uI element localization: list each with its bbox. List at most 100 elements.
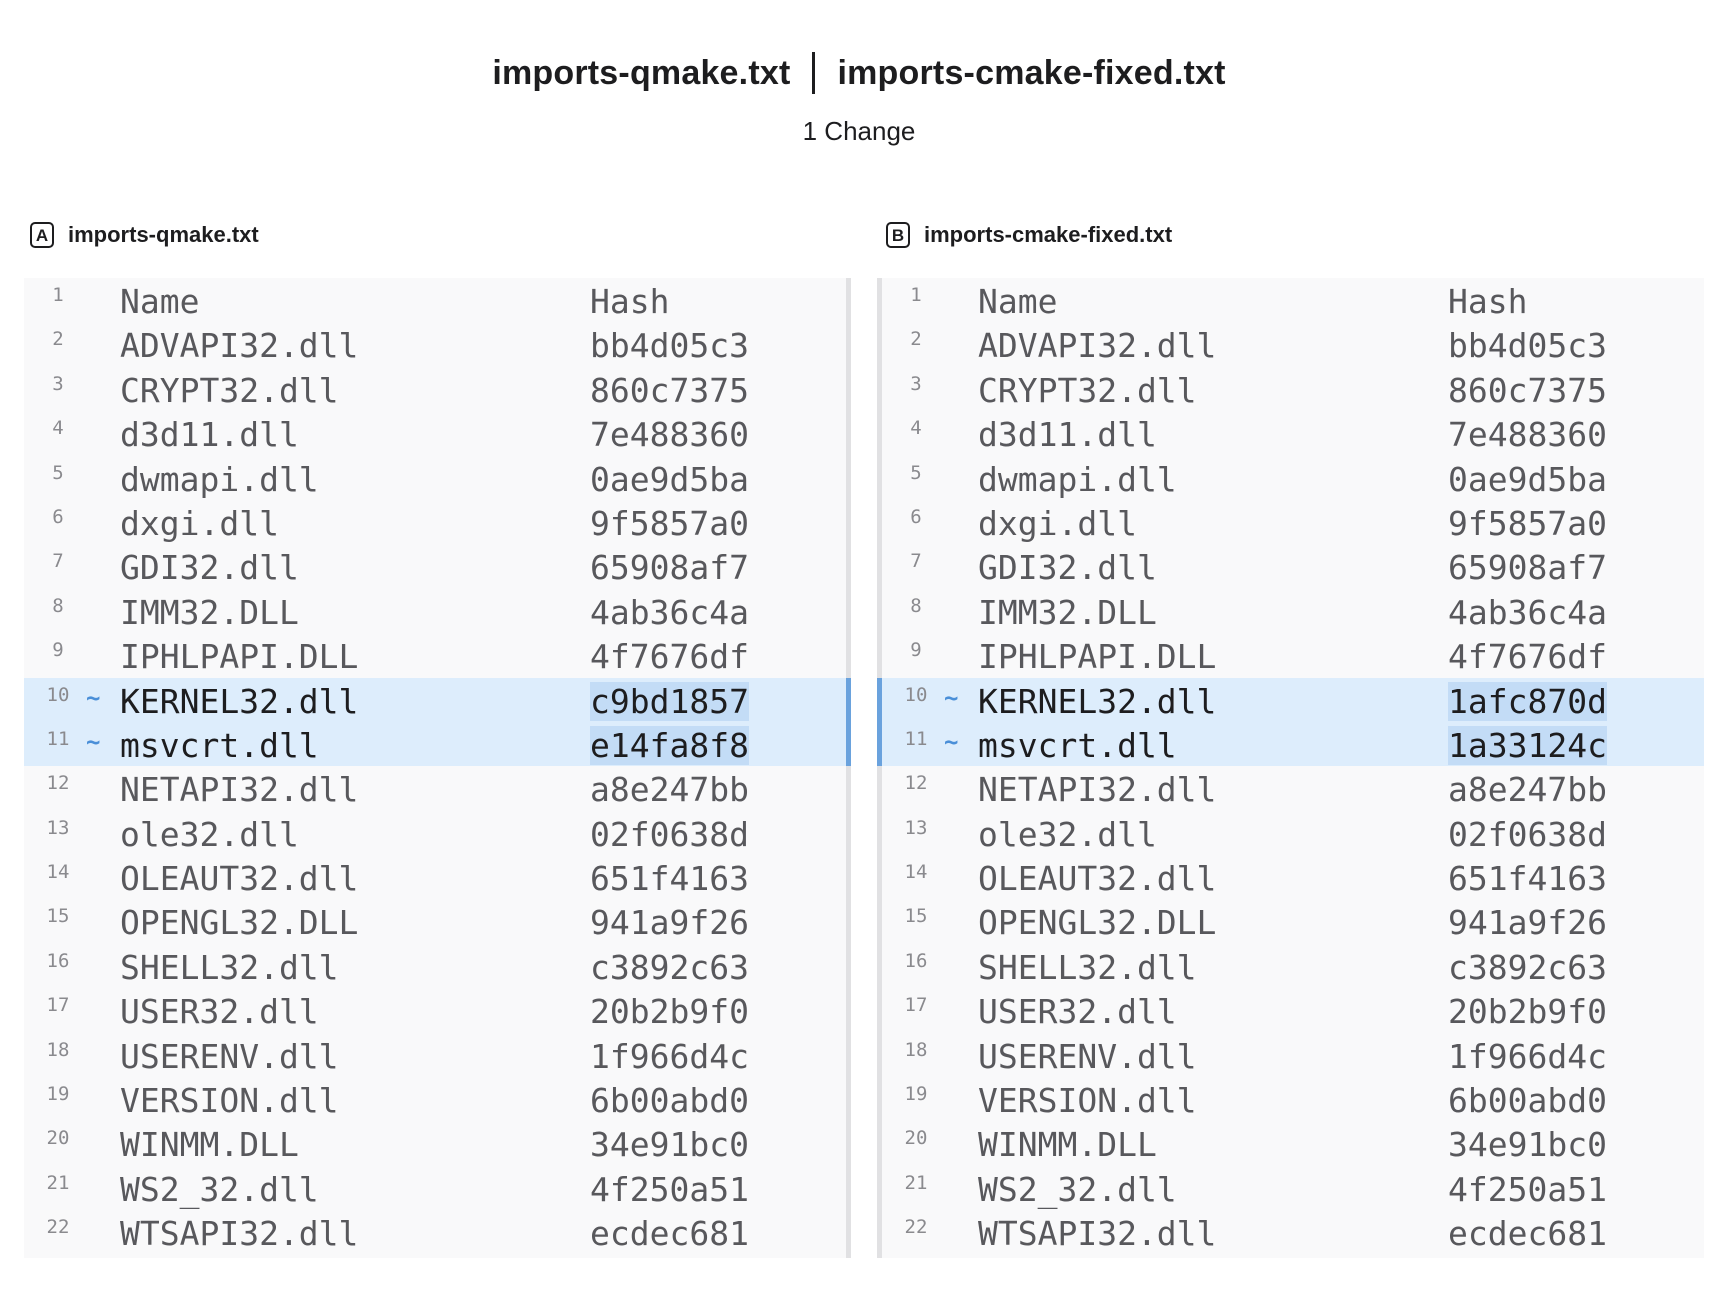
dll-name: ole32.dll [120, 814, 299, 854]
diff-row[interactable]: 9 IPHLPAPI.DLL 4f7676df [24, 633, 846, 677]
dll-name: Name [120, 282, 200, 321]
line-number: 18 [904, 1038, 928, 1061]
changed-row[interactable]: 11 ~ msvcrt.dll e14fa8f8 [24, 721, 846, 767]
dll-hash: a8e247bb [1448, 770, 1607, 810]
diff-row[interactable]: 12 NETAPI32.dll a8e247bb [24, 766, 846, 810]
diff-row[interactable]: 12 NETAPI32.dll a8e247bb [882, 766, 1704, 810]
dll-hash: ecdec681 [590, 1214, 749, 1254]
diff-row[interactable]: 13 ole32.dll 02f0638d [24, 811, 846, 855]
dll-hash: 4f7676df [590, 637, 749, 677]
diff-row[interactable]: 5 dwmapi.dll 0ae9d5ba [882, 456, 1704, 500]
line-number: 16 [904, 949, 928, 972]
line-number: 5 [52, 461, 64, 484]
diff-row[interactable]: 16 SHELL32.dll c3892c63 [24, 944, 846, 988]
diff-row[interactable]: 14 OLEAUT32.dll 651f4163 [882, 855, 1704, 899]
diff-row[interactable]: 1 Name Hash [24, 278, 846, 322]
change-marker-icon: ~ [944, 727, 959, 756]
dll-hash: 20b2b9f0 [1448, 992, 1607, 1032]
pane-b[interactable]: 1 Name Hash 2 ADVAPI32.dll bb4d05c3 3 CRYPT32.d… [877, 278, 1704, 1258]
dll-name: KERNEL32.dll [120, 681, 359, 721]
line-number: 20 [904, 1127, 928, 1150]
diff-row[interactable]: 5 dwmapi.dll 0ae9d5ba [24, 456, 846, 500]
diff-row[interactable]: 19 VERSION.dll 6b00abd0 [24, 1077, 846, 1121]
line-number: 8 [910, 594, 922, 617]
dll-hash: 65908af7 [1448, 548, 1607, 588]
dll-name: IMM32.DLL [120, 592, 299, 632]
dll-hash: 651f4163 [1448, 859, 1607, 899]
diff-row[interactable]: 3 CRYPT32.dll 860c7375 [24, 367, 846, 411]
diff-row[interactable]: 20 WINMM.DLL 34e91bc0 [24, 1121, 846, 1165]
right-file-title: imports-cmake-fixed.txt [837, 53, 1226, 92]
change-marker-icon: ~ [86, 727, 101, 756]
diff-row[interactable]: 15 OPENGL32.DLL 941a9f26 [24, 899, 846, 943]
line-number: 21 [904, 1171, 928, 1194]
diff-row[interactable]: 3 CRYPT32.dll 860c7375 [882, 367, 1704, 411]
pane-a-filename: imports-qmake.txt [68, 222, 259, 247]
changed-row[interactable]: 10 ~ KERNEL32.dll c9bd1857 [24, 677, 846, 722]
diff-row[interactable]: 14 OLEAUT32.dll 651f4163 [24, 855, 846, 899]
diff-row[interactable]: 6 dxgi.dll 9f5857a0 [24, 500, 846, 544]
diff-row[interactable]: 17 USER32.dll 20b2b9f0 [882, 988, 1704, 1032]
line-number: 7 [52, 550, 64, 573]
dll-name: dxgi.dll [978, 503, 1137, 543]
dll-hash: 9f5857a0 [590, 503, 749, 543]
dll-hash: 65908af7 [590, 548, 749, 588]
line-number: 10 [904, 683, 928, 706]
diff-row[interactable]: 17 USER32.dll 20b2b9f0 [24, 988, 846, 1032]
dll-name: NETAPI32.dll [978, 770, 1217, 810]
dll-hash: bb4d05c3 [1448, 326, 1607, 366]
diff-row[interactable]: 8 IMM32.DLL 4ab36c4a [882, 589, 1704, 633]
dll-hash: 7e488360 [1448, 415, 1607, 455]
diff-row[interactable]: 2 ADVAPI32.dll bb4d05c3 [24, 322, 846, 366]
diff-row[interactable]: 16 SHELL32.dll c3892c63 [882, 944, 1704, 988]
dll-hash: 4ab36c4a [1448, 592, 1607, 632]
diff-row[interactable]: 21 WS2_32.dll 4f250a51 [24, 1166, 846, 1210]
diff-row[interactable]: 7 GDI32.dll 65908af7 [882, 544, 1704, 588]
diff-row[interactable]: 19 VERSION.dll 6b00abd0 [882, 1077, 1704, 1121]
line-number: 18 [46, 1038, 70, 1061]
diff-row[interactable]: 1 Name Hash [882, 278, 1704, 322]
diff-row[interactable]: 20 WINMM.DLL 34e91bc0 [882, 1121, 1704, 1165]
diff-row[interactable]: 18 USERENV.dll 1f966d4c [24, 1033, 846, 1077]
dll-hash: 1a33124c [1448, 725, 1607, 765]
diff-row[interactable]: 22 WTSAPI32.dll ecdec681 [882, 1210, 1704, 1254]
diff-row[interactable]: 15 OPENGL32.DLL 941a9f26 [882, 899, 1704, 943]
diff-row[interactable]: 13 ole32.dll 02f0638d [882, 811, 1704, 855]
changed-row[interactable]: 10 ~ KERNEL32.dll 1afc870d [882, 677, 1704, 722]
line-number: 15 [46, 905, 70, 928]
line-number: 3 [910, 372, 922, 395]
dll-hash: 4f7676df [1448, 637, 1607, 677]
dll-hash: 6b00abd0 [1448, 1081, 1607, 1121]
dll-name: ole32.dll [978, 814, 1157, 854]
dll-name: CRYPT32.dll [120, 370, 339, 410]
pane-b-badge: B [886, 222, 910, 248]
diff-row[interactable]: 6 dxgi.dll 9f5857a0 [882, 500, 1704, 544]
left-file-title: imports-qmake.txt [492, 53, 791, 92]
dll-hash: 7e488360 [590, 415, 749, 455]
dll-hash: e14fa8f8 [590, 725, 749, 765]
dll-name: msvcrt.dll [120, 725, 319, 765]
diff-row[interactable]: 7 GDI32.dll 65908af7 [24, 544, 846, 588]
diff-row[interactable]: 22 WTSAPI32.dll ecdec681 [24, 1210, 846, 1254]
diff-row[interactable]: 2 ADVAPI32.dll bb4d05c3 [882, 322, 1704, 366]
dll-name: VERSION.dll [978, 1081, 1197, 1121]
dll-hash: 941a9f26 [1448, 903, 1607, 943]
dll-name: IPHLPAPI.DLL [120, 637, 359, 677]
diff-row[interactable]: 9 IPHLPAPI.DLL 4f7676df [882, 633, 1704, 677]
dll-hash: ecdec681 [1448, 1214, 1607, 1254]
dll-hash: 20b2b9f0 [590, 992, 749, 1032]
changed-row[interactable]: 11 ~ msvcrt.dll 1a33124c [882, 721, 1704, 767]
diff-row[interactable]: 4 d3d11.dll 7e488360 [24, 411, 846, 455]
line-number: 3 [52, 372, 64, 395]
pane-a[interactable]: 1 Name Hash 2 ADVAPI32.dll bb4d05c3 3 CRYPT32.d… [24, 278, 851, 1258]
dll-name: SHELL32.dll [978, 947, 1197, 987]
diff-row[interactable]: 4 d3d11.dll 7e488360 [882, 411, 1704, 455]
diff-row[interactable]: 8 IMM32.DLL 4ab36c4a [24, 589, 846, 633]
line-number: 1 [52, 284, 64, 306]
dll-name: dwmapi.dll [120, 459, 319, 499]
dll-name: IMM32.DLL [978, 592, 1157, 632]
dll-hash: 1afc870d [1448, 681, 1607, 721]
dll-name: ADVAPI32.dll [120, 326, 359, 366]
diff-row[interactable]: 18 USERENV.dll 1f966d4c [882, 1033, 1704, 1077]
diff-row[interactable]: 21 WS2_32.dll 4f250a51 [882, 1166, 1704, 1210]
